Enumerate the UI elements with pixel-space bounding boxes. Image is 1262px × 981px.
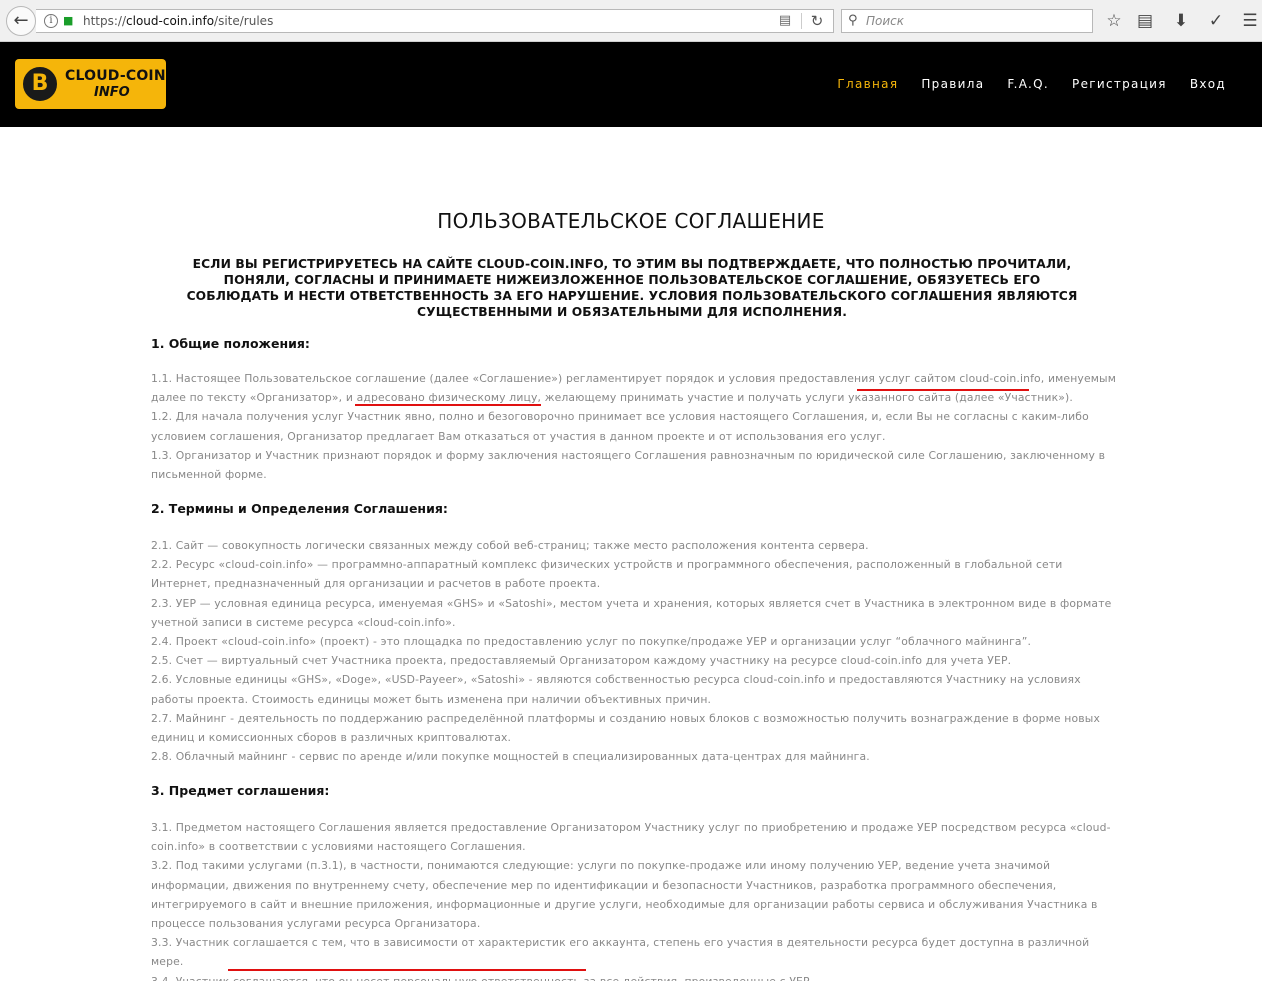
nav-item-faq[interactable]: F.A.Q. — [1007, 77, 1049, 91]
address-bar[interactable]: i ■ https://cloud-coin.info/site/rules ▤… — [36, 9, 834, 33]
site-logo[interactable]: B CLOUD-COIN INFO — [15, 59, 166, 109]
nav-item-home[interactable]: Главная — [837, 77, 898, 91]
clause: 2.3. УЕР — условная единица ресурса, име… — [151, 596, 1112, 629]
bitcoin-icon: B — [21, 65, 59, 103]
clause: 3.4. Участник соглашается, что он несет … — [151, 972, 1116, 981]
section-heading-terms: 2. Термины и Определения Соглашения: — [151, 501, 448, 516]
bookmarks-library-icon[interactable]: ▤ — [1134, 10, 1156, 32]
highlight-underline — [355, 404, 541, 406]
url-text[interactable]: https://cloud-coin.info/site/rules — [83, 14, 273, 28]
highlight-underline — [228, 969, 586, 971]
nav-item-register[interactable]: Регистрация — [1072, 77, 1167, 91]
reader-view-icon[interactable]: ▤ — [777, 13, 793, 29]
clause: 2.5. Счет — виртуальный счет Участника п… — [151, 654, 1012, 668]
browser-toolbar: ← i ■ https://cloud-coin.info/site/rules… — [0, 0, 1262, 42]
logo-text-main: CLOUD-COIN — [65, 68, 166, 84]
clause: 2.7. Майнинг - деятельность по поддержан… — [151, 711, 1101, 745]
clause: 2.1. Сайт — совокупность логически связа… — [151, 539, 869, 552]
clause: 3.1. Предметом настоящего Соглашения явл… — [151, 821, 1111, 854]
menu-icon[interactable]: ☰ — [1239, 10, 1261, 32]
agreement-preamble: ЕСЛИ ВЫ РЕГИСТРИРУЕТЕСЬ НА САЙТЕ CLOUD-C… — [186, 257, 1078, 319]
lock-icon[interactable]: ■ — [63, 15, 73, 27]
clause: 1.2. Для начала получения услуг Участник… — [151, 410, 1089, 443]
page-title: ПОЛЬЗОВАТЕЛЬСКОЕ СОГЛАШЕНИЕ — [437, 209, 825, 233]
bookmark-star-icon[interactable]: ☆ — [1103, 10, 1125, 32]
reload-icon[interactable]: ↻ — [809, 12, 825, 30]
section-heading-subject: 3. Предмет соглашения: — [151, 783, 330, 798]
url-divider — [801, 13, 802, 29]
search-icon: ⚲ — [848, 13, 858, 28]
nav-item-rules[interactable]: Правила — [921, 77, 984, 91]
main-nav: Главная Правила F.A.Q. Регистрация Вход — [814, 77, 1226, 91]
section-body-subject: 3.1. Предметом настоящего Соглашения явл… — [151, 818, 1116, 981]
clause: 2.4. Проект «cloud-coin.info» (проект) -… — [151, 635, 1032, 649]
section-body-general: 1.1. Настоящее Пользовательское соглашен… — [151, 369, 1116, 484]
info-icon[interactable]: i — [44, 14, 58, 28]
section-body-terms: 2.1. Сайт — совокупность логически связа… — [151, 536, 1116, 766]
clause: 1.3. Организатор и Участник признают пор… — [151, 448, 1106, 482]
site-header: B CLOUD-COIN INFO Главная Правила F.A.Q.… — [0, 42, 1262, 127]
download-icon[interactable]: ⬇ — [1170, 10, 1192, 32]
nav-item-login[interactable]: Вход — [1190, 77, 1226, 91]
clause: 3.2. Под такими услугами (п.3.1), в част… — [151, 859, 1098, 931]
search-placeholder: Поиск — [866, 14, 905, 28]
clause: 3.3. Участник соглашается с тем, что в з… — [151, 936, 1090, 969]
clause: 2.8. Облачный майнинг - сервис по аренде… — [151, 750, 870, 764]
logo-text-sub: INFO — [94, 85, 130, 100]
section-heading-general: 1. Общие положения: — [151, 336, 310, 351]
search-bar[interactable]: ⚲ Поиск — [841, 9, 1093, 33]
clause: 2.2. Ресурс «cloud-coin.info» — программ… — [151, 558, 1063, 591]
back-arrow-icon[interactable]: ← — [6, 6, 36, 36]
pocket-icon[interactable]: ✓ — [1205, 10, 1227, 32]
highlight-underline — [857, 389, 1029, 391]
clause: 2.6. Условные единицы «GHS», «Doge», «US… — [151, 673, 1081, 706]
